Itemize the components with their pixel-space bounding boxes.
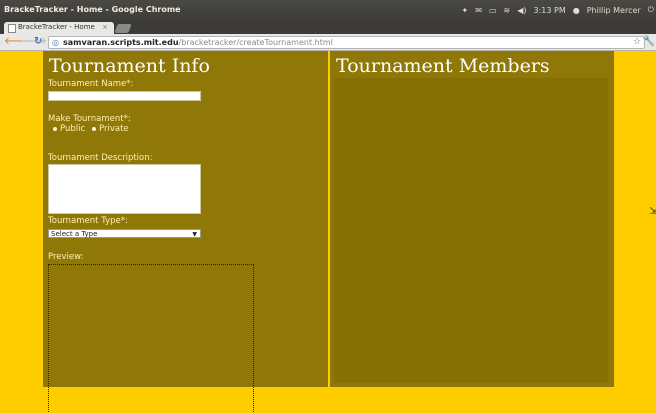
tab-bracketracker-home[interactable]: BrackeTracker - Home × [4,22,114,34]
preview-label: Preview: [48,252,84,262]
address-bar[interactable]: ◎ samvaran.scripts.mit.edu/bracketracker… [48,36,645,49]
page-favicon-icon [8,24,16,33]
bracket-preview-area [48,264,254,413]
tournament-name-input[interactable] [48,91,201,101]
wifi-icon[interactable]: ≋ [504,6,511,15]
tournament-type-select[interactable]: Select a Type ▼ [48,229,201,238]
dropbox-icon[interactable]: ✦ [462,6,469,15]
user-name[interactable]: Phillip Mercer [587,6,641,15]
tab-strip: BrackeTracker - Home × [0,22,656,34]
radio-dot-icon [53,126,57,131]
tournament-info-heading: Tournament Info [49,55,210,77]
tournament-members-panel: Tournament Members [330,51,614,387]
tournament-type-label: Tournament Type*: [48,216,128,226]
tournament-name-label: Tournament Name*: [48,79,134,89]
members-list [334,78,608,383]
private-radio[interactable]: Private [92,124,129,134]
url-path: /bracketracker/createTournament.html [178,38,333,47]
mouse-cursor-icon: ⇲ [649,206,656,217]
battery-icon[interactable]: ▭ [489,6,497,15]
url-text: samvaran.scripts.mit.edu/bracketracker/c… [63,37,333,48]
mail-icon[interactable]: ✉ [475,6,482,15]
public-radio[interactable]: Public [53,124,85,134]
tournament-members-heading: Tournament Members [336,55,550,77]
browser-toolbar: 🡐 🡒 ↻ ◎ samvaran.scripts.mit.edu/bracket… [0,34,656,51]
indicator-area: ✦ ✉ ▭ ≋ ◀) 3:13 PM ● Phillip Mercer ⏻ [462,5,654,15]
tournament-info-panel: Tournament Info Tournament Name*: Make T… [43,51,328,413]
reload-icon[interactable]: ↻ [34,36,42,48]
tournament-type-selected: Select a Type [51,230,98,238]
url-host: samvaran.scripts.mit.edu [63,38,179,47]
private-radio-label: Private [99,124,129,134]
new-tab-button[interactable] [114,24,132,33]
bookmark-star-icon[interactable]: ☆ [633,37,641,48]
radio-dot-icon [92,126,96,131]
power-icon[interactable]: ⏻ [648,5,654,15]
wrench-menu-icon[interactable]: 🔧 [643,36,655,47]
page-viewport: Tournament Info Tournament Name*: Make T… [0,51,656,413]
tournament-description-label: Tournament Description: [48,153,153,163]
tab-title: BrackeTracker - Home [18,23,95,31]
dropdown-arrow-icon: ▼ [192,231,197,238]
volume-icon[interactable]: ◀) [517,6,526,15]
window-title: BrackeTracker - Home - Google Chrome [4,5,181,14]
user-icon: ● [572,5,580,15]
clock[interactable]: 3:13 PM [534,6,566,15]
tournament-description-textarea[interactable] [48,164,201,214]
tab-close-icon[interactable]: × [102,23,108,31]
make-tournament-label: Make Tournament*: [48,114,131,124]
globe-icon: ◎ [52,38,59,47]
public-radio-label: Public [60,124,86,134]
system-top-panel: BrackeTracker - Home - Google Chrome ✦ ✉… [0,0,656,22]
